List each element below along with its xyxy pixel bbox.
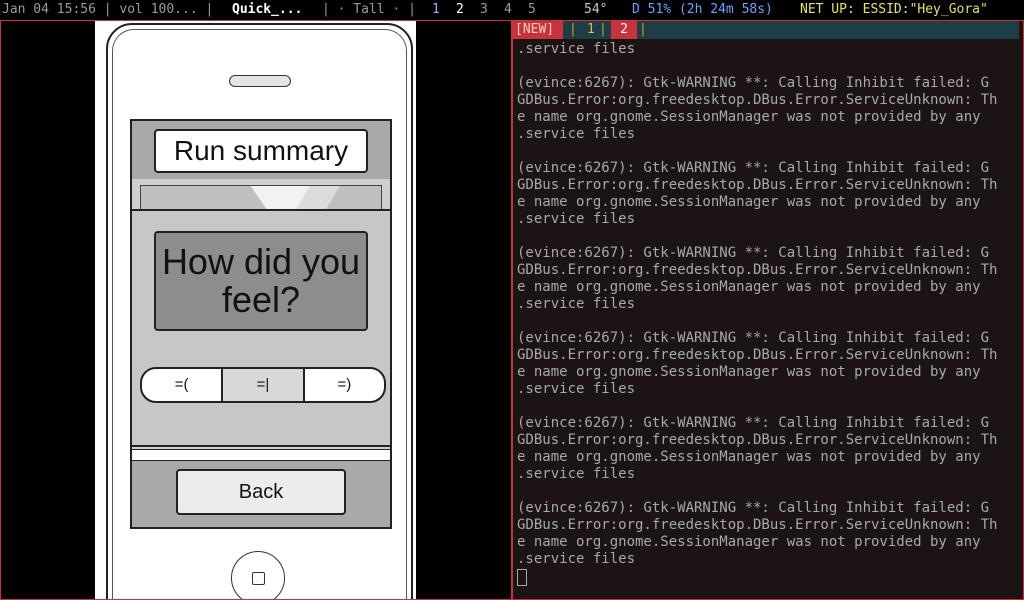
phone-screen: Run summary How did you feel? =( =| =) B… bbox=[130, 119, 392, 529]
workspace-4[interactable]: 4 bbox=[504, 0, 512, 19]
terminal-line: GDBus.Error:org.freedesktop.DBus.Error.S… bbox=[517, 347, 998, 363]
terminal-line: e name org.gnome.SessionManager was not … bbox=[517, 534, 981, 550]
feeling-question: How did you feel? bbox=[154, 231, 368, 331]
layout-indicator[interactable]: | · Tall · | bbox=[322, 0, 416, 19]
tab-1[interactable]: 1 bbox=[587, 21, 595, 39]
terminal-line: .service files bbox=[517, 296, 636, 312]
terminal-output: .service files (evince:6267): Gtk-WARNIN… bbox=[517, 41, 1021, 568]
workspace-2[interactable]: 2 bbox=[456, 0, 464, 19]
terminal-line: .service files bbox=[517, 126, 636, 142]
terminal-line: e name org.gnome.SessionManager was not … bbox=[517, 279, 981, 295]
tab-2[interactable]: 2 bbox=[611, 21, 637, 39]
summary-header: Run summary bbox=[132, 121, 390, 179]
workspace-1[interactable]: 1 bbox=[432, 0, 440, 19]
terminal-line: .service files bbox=[517, 551, 636, 567]
mood-neutral-button[interactable]: =| bbox=[223, 369, 305, 401]
network-text: NET UP: ESSID:"Hey_Gora" bbox=[800, 2, 988, 17]
terminal-line: GDBus.Error:org.freedesktop.DBus.Error.S… bbox=[517, 177, 998, 193]
terminal-line: .service files bbox=[517, 41, 636, 57]
terminal-line: GDBus.Error:org.freedesktop.DBus.Error.S… bbox=[517, 432, 998, 448]
terminal-line: e name org.gnome.SessionManager was not … bbox=[517, 449, 981, 465]
terminal-line: (evince:6267): Gtk-WARNING **: Calling I… bbox=[517, 415, 990, 431]
mood-happy-button[interactable]: =) bbox=[305, 369, 384, 401]
speaker-icon bbox=[229, 75, 291, 87]
status-bar: Jan 04 15:56 | vol 100... | Quick_... | … bbox=[0, 0, 1024, 19]
feeling-dialog: How did you feel? =( =| =) bbox=[130, 209, 392, 447]
workspace-3[interactable]: 3 bbox=[480, 0, 488, 19]
terminal-line: (evince:6267): Gtk-WARNING **: Calling I… bbox=[517, 245, 990, 261]
terminal-line: (evince:6267): Gtk-WARNING **: Calling I… bbox=[517, 75, 990, 91]
back-button[interactable]: Back bbox=[176, 469, 346, 515]
date-volume-text: Jan 04 15:56 | vol 100... | bbox=[2, 2, 214, 17]
mood-sad-button[interactable]: =( bbox=[142, 369, 224, 401]
terminal-line: (evince:6267): Gtk-WARNING **: Calling I… bbox=[517, 160, 990, 176]
terminal-line: GDBus.Error:org.freedesktop.DBus.Error.S… bbox=[517, 517, 998, 533]
terminal-window[interactable]: [NEW] | 1 | 2 | .service files (evince:6… bbox=[512, 20, 1024, 600]
mockup-canvas: Run summary How did you feel? =( =| =) B… bbox=[95, 21, 416, 599]
tab-new[interactable]: [NEW] bbox=[513, 21, 563, 39]
temperature-text: 54° bbox=[584, 2, 608, 17]
summary-title: Run summary bbox=[154, 129, 368, 173]
battery-text: D 51% (2h 24m 58s) bbox=[632, 2, 773, 17]
workspace-5[interactable]: 5 bbox=[528, 0, 536, 19]
active-window-title[interactable]: Quick_... bbox=[232, 0, 302, 19]
mood-selector: =( =| =) bbox=[140, 367, 386, 403]
home-square-icon bbox=[252, 572, 265, 585]
home-button[interactable] bbox=[231, 551, 285, 599]
terminal-line: .service files bbox=[517, 381, 636, 397]
terminal-cursor bbox=[517, 569, 527, 586]
terminal-line: e name org.gnome.SessionManager was not … bbox=[517, 194, 981, 210]
terminal-line: (evince:6267): Gtk-WARNING **: Calling I… bbox=[517, 330, 990, 346]
terminal-line: GDBus.Error:org.freedesktop.DBus.Error.S… bbox=[517, 92, 998, 108]
terminal-line: .service files bbox=[517, 466, 636, 482]
mockup-viewer-window[interactable]: Run summary How did you feel? =( =| =) B… bbox=[0, 20, 512, 600]
terminal-line: GDBus.Error:org.freedesktop.DBus.Error.S… bbox=[517, 262, 998, 278]
terminal-tab-bar: [NEW] | 1 | 2 | bbox=[513, 21, 1019, 39]
bottom-bar: Back bbox=[132, 461, 390, 527]
terminal-line: (evince:6267): Gtk-WARNING **: Calling I… bbox=[517, 500, 990, 516]
terminal-line: e name org.gnome.SessionManager was not … bbox=[517, 364, 981, 380]
terminal-line: .service files bbox=[517, 211, 636, 227]
terminal-line: e name org.gnome.SessionManager was not … bbox=[517, 109, 981, 125]
phone-frame: Run summary How did you feel? =( =| =) B… bbox=[106, 23, 413, 599]
